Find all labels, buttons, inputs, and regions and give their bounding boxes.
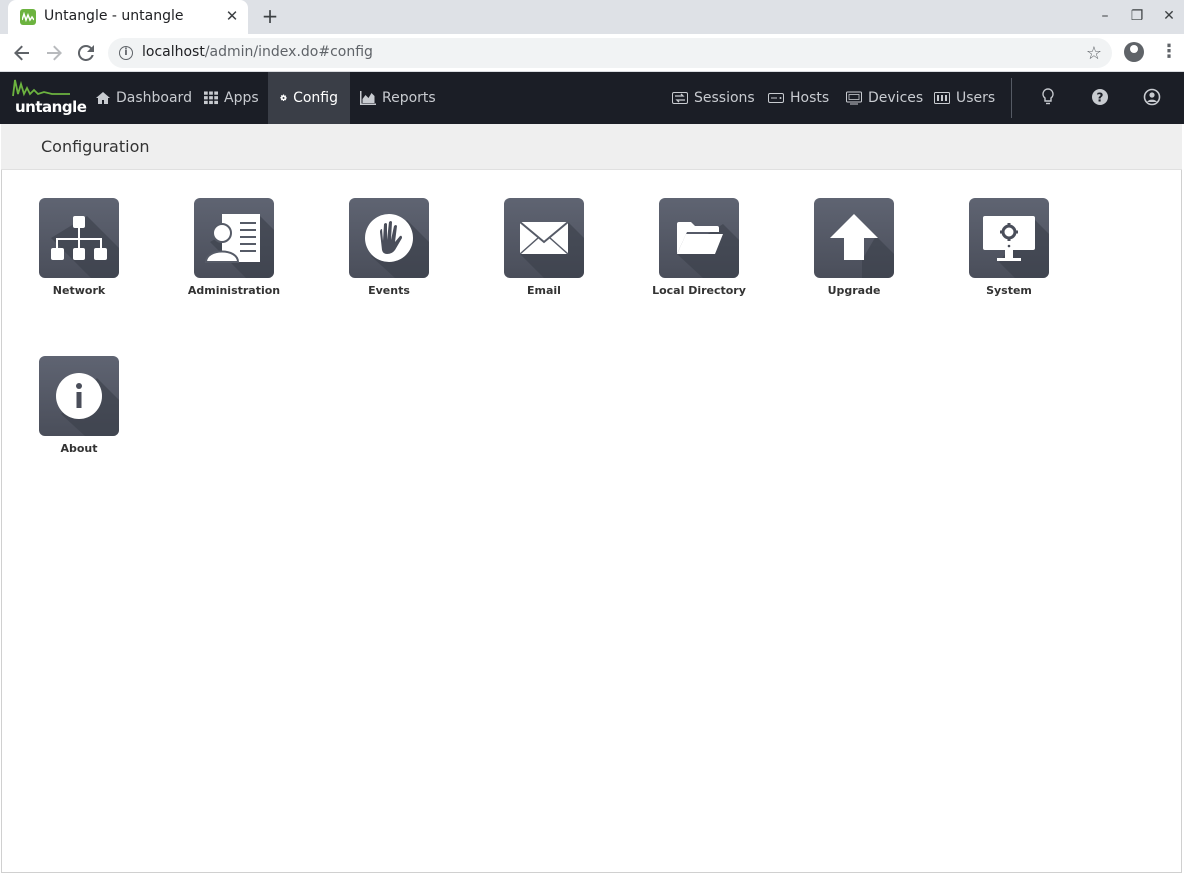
config-item-label: Local Directory (652, 284, 746, 297)
config-item-events[interactable]: Events (334, 198, 444, 297)
nav-hosts[interactable]: Hosts (756, 72, 841, 124)
nav-config[interactable]: Config (268, 72, 350, 124)
nav-dashboard[interactable]: Dashboard (84, 72, 204, 124)
monitor-icon (846, 91, 862, 105)
browser-tab[interactable]: Untangle - untangle ✕ (8, 0, 248, 34)
nav-apps-label: Apps (224, 90, 259, 106)
logo-text: untangle (15, 98, 87, 116)
app-navbar: untangle Dashboard Apps Config Reports S… (0, 72, 1184, 124)
page-header: Configuration (1, 124, 1182, 170)
network-icon (39, 198, 119, 278)
config-item-administration[interactable]: Administration (179, 198, 289, 297)
restore-icon[interactable]: ❐ (1129, 8, 1145, 24)
browser-menu-icon[interactable]: ⋮ (1160, 42, 1178, 62)
nav-dashboard-label: Dashboard (116, 90, 192, 106)
account-icon[interactable] (1142, 88, 1162, 108)
exchange-icon (672, 92, 688, 104)
config-item-system[interactable]: System (954, 198, 1064, 297)
bookmark-star-icon[interactable]: ☆ (1086, 43, 1102, 64)
help-icon[interactable]: ? (1090, 88, 1110, 108)
browser-profile-icon[interactable] (1124, 42, 1144, 62)
forward-icon[interactable] (43, 42, 65, 64)
area-chart-icon (360, 91, 376, 105)
gear-icon (280, 94, 287, 102)
config-item-label: Email (527, 284, 561, 297)
home-icon (96, 92, 110, 104)
users-icon (934, 92, 950, 104)
hdd-icon (768, 93, 784, 103)
svg-text:?: ? (1097, 91, 1104, 105)
folder-icon (659, 198, 739, 278)
nav-reports-label: Reports (382, 90, 436, 106)
window-close-icon[interactable]: ✕ (1161, 8, 1177, 24)
lightbulb-icon[interactable] (1038, 88, 1058, 108)
address-bar[interactable]: i localhost/admin/index.do#config ☆ (108, 38, 1112, 68)
nav-apps[interactable]: Apps (192, 72, 271, 124)
tab-close-icon[interactable]: ✕ (224, 8, 240, 24)
nav-devices-label: Devices (868, 90, 924, 106)
browser-toolbar: i localhost/admin/index.do#config ☆ (0, 34, 1184, 72)
config-item-about[interactable]: About (24, 356, 134, 455)
config-item-network[interactable]: Network (24, 198, 134, 297)
nav-divider (1011, 78, 1012, 118)
untangle-favicon-icon (20, 9, 36, 25)
system-icon (969, 198, 1049, 278)
reload-icon[interactable] (75, 42, 97, 64)
browser-tab-strip: Untangle - untangle ✕ + – ❐ ✕ (0, 0, 1184, 34)
nav-hosts-label: Hosts (790, 90, 830, 106)
config-item-email[interactable]: Email (489, 198, 599, 297)
config-item-label: About (60, 442, 98, 455)
new-tab-icon[interactable]: + (260, 6, 280, 27)
site-info-icon[interactable]: i (119, 46, 133, 60)
config-item-label: System (986, 284, 1032, 297)
administration-icon (194, 198, 274, 278)
nav-sessions[interactable]: Sessions (660, 72, 767, 124)
email-icon (504, 198, 584, 278)
events-icon (349, 198, 429, 278)
upgrade-icon (814, 198, 894, 278)
tab-title: Untangle - untangle (44, 8, 184, 24)
about-icon (39, 356, 119, 436)
url-text: localhost/admin/index.do#config (142, 44, 373, 60)
config-item-label: Events (368, 284, 410, 297)
nav-sessions-label: Sessions (694, 90, 755, 106)
nav-users[interactable]: Users (922, 72, 1007, 124)
nav-users-label: Users (956, 90, 996, 106)
nav-reports[interactable]: Reports (348, 72, 448, 124)
untangle-logo[interactable]: untangle (12, 78, 87, 120)
config-item-label: Administration (187, 284, 281, 297)
config-item-label: Network (52, 284, 106, 297)
config-item-label: Upgrade (827, 284, 881, 297)
back-icon[interactable] (11, 42, 33, 64)
grid-icon (204, 91, 218, 105)
config-item-local-directory[interactable]: Local Directory (644, 198, 754, 297)
nav-config-label: Config (293, 90, 338, 106)
page-title: Configuration (41, 137, 150, 156)
minimize-icon[interactable]: – (1097, 8, 1113, 24)
config-item-upgrade[interactable]: Upgrade (799, 198, 909, 297)
nav-devices[interactable]: Devices (834, 72, 935, 124)
